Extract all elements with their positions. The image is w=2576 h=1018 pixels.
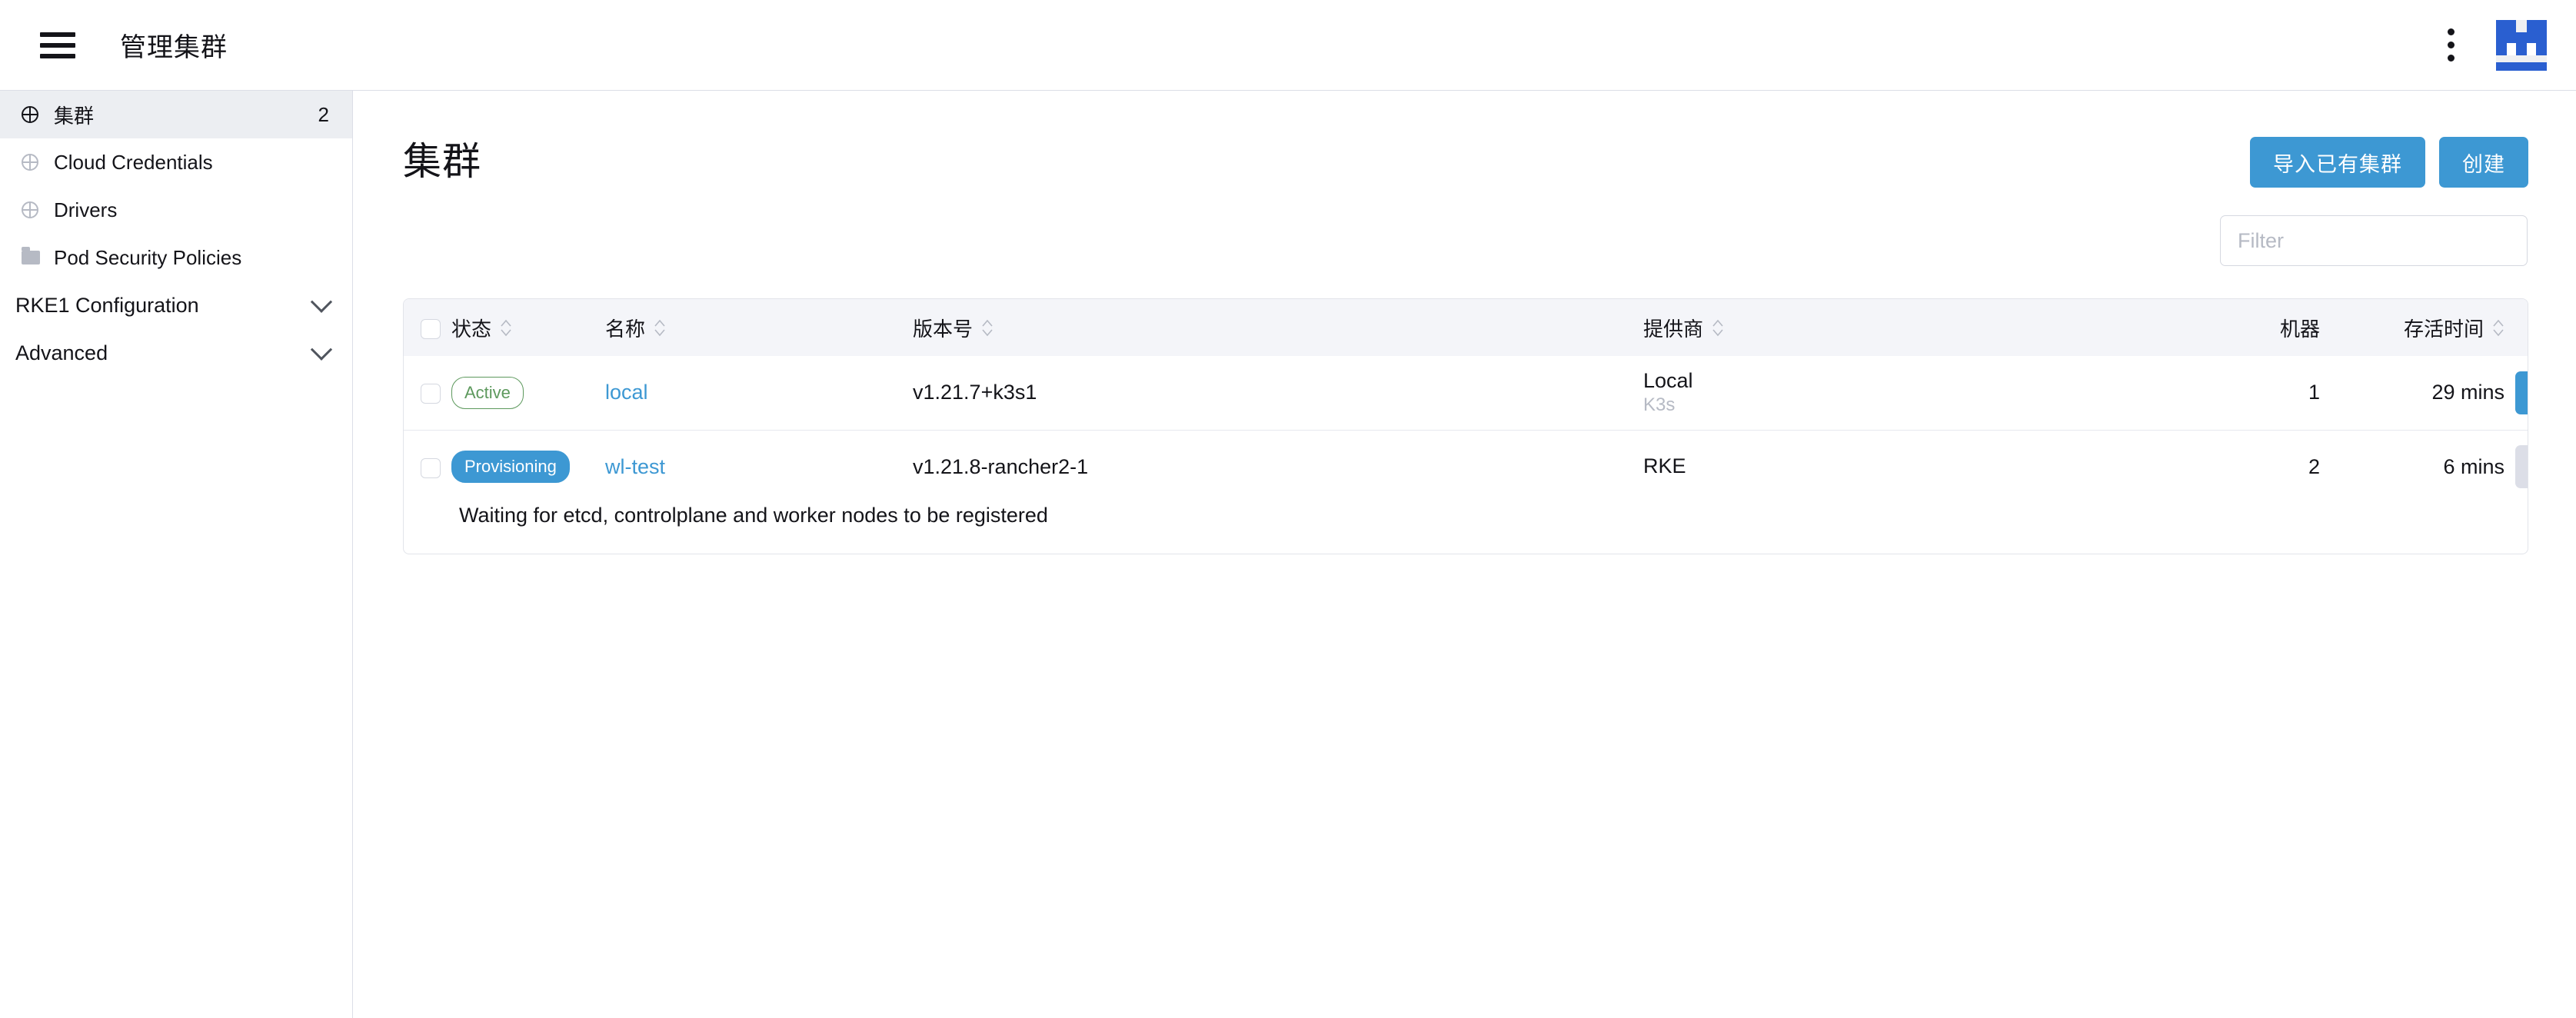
table-row[interactable]: Provisioning wl-test v1.21.8-rancher2-1 … [404,430,2528,504]
sidebar-group-advanced[interactable]: Advanced [0,329,352,377]
column-label: 提供商 [1643,317,1704,341]
cell-version: v1.21.7+k3s1 [913,381,1037,404]
explore-button[interactable]: Explore [2515,371,2528,414]
create-cluster-button[interactable]: 创建 [2439,137,2528,188]
clusters-table: 状态 名称 版本号 提供商 机器 存活时间 Active local v1.21… [403,298,2528,554]
page-header: 集群 导入已有集群 创建 [384,91,2528,188]
sidebar-item-clusters[interactable]: 集群 2 [0,91,352,138]
page-title: 集群 [403,140,481,183]
select-all-header [404,299,451,356]
column-label: 存活时间 [2403,317,2484,341]
cell-age: 6 mins [2443,454,2504,478]
cell-name: local [605,356,913,430]
cluster-name-link[interactable]: local [605,381,648,404]
sort-icon [654,319,666,337]
explore-button: Explore [2515,445,2528,489]
import-existing-cluster-button[interactable]: 导入已有集群 [2250,137,2425,188]
sidebar-item-pod-security-policies[interactable]: Pod Security Policies [0,234,352,281]
page-layout: 集群 2 Cloud Credentials Drivers Pod Secur… [0,91,2576,1018]
sidebar-item-cloud-credentials[interactable]: Cloud Credentials [0,138,352,186]
sort-icon [2492,319,2504,337]
sidebar-group-label: Advanced [15,341,108,364]
column-header-provider[interactable]: 提供商 [1643,299,2089,356]
column-label: 版本号 [913,317,973,341]
vertical-dots-icon[interactable] [2445,28,2456,63]
cell-state: Provisioning [451,430,605,504]
sidebar-group-label: RKE1 Configuration [15,293,199,317]
folder-icon [22,247,48,264]
column-label: 名称 [605,317,646,341]
provisioning-message: Waiting for etcd, controlplane and worke… [459,504,1048,527]
row-select-cell [404,356,451,430]
sidebar-item-label: 集群 [54,104,95,128]
rancher-logo [2496,19,2547,71]
column-header-machines: 机器 [2089,299,2320,356]
column-header-actions [2504,299,2528,356]
top-header: 管理集群 [0,0,2576,91]
cell-provider: RKE [1643,430,2089,504]
cell-machines: 2 [2308,454,2320,478]
row-select-cell [404,430,451,504]
cell-actions: Explore [2504,430,2528,504]
app-title: 管理集群 [120,33,228,62]
cell-state: Active [451,356,605,430]
sort-icon [500,319,512,337]
sort-icon [981,319,993,337]
sort-icon [1712,319,1724,337]
cell-machines: 1 [2308,381,2320,404]
globe-icon [22,201,48,218]
globe-icon [22,106,48,123]
globe-icon [22,154,48,171]
cell-version: v1.21.8-rancher2-1 [913,454,1089,478]
sidebar-item-count: 2 [318,102,329,126]
row-checkbox[interactable] [421,457,441,478]
sidebar-item-drivers[interactable]: Drivers [0,186,352,234]
filter-row [384,215,2528,266]
column-label: 状态 [451,317,492,341]
cell-actions: Explore [2504,356,2528,430]
cell-age: 29 mins [2431,381,2504,404]
chevron-down-icon [310,291,333,313]
provider-distro: K3s [1643,394,1676,415]
table-row[interactable]: Active local v1.21.7+k3s1 Local K3s 1 29… [404,356,2528,430]
status-badge: Active [451,376,524,409]
filter-input[interactable] [2220,215,2528,266]
row-checkbox[interactable] [421,384,441,404]
cell-name: wl-test [605,430,913,504]
table-header: 状态 名称 版本号 提供商 机器 存活时间 [404,299,2528,356]
cell-provider: Local K3s [1643,356,2089,430]
table-body: Active local v1.21.7+k3s1 Local K3s 1 29… [404,356,2528,554]
row-message-cell: Waiting for etcd, controlplane and worke… [404,504,2528,554]
sidebar-item-label: Cloud Credentials [54,150,213,174]
hamburger-icon[interactable] [40,32,75,58]
table-row-message: Waiting for etcd, controlplane and worke… [404,504,2528,554]
column-label: 机器 [2279,317,2320,341]
sidebar: 集群 2 Cloud Credentials Drivers Pod Secur… [0,91,353,1018]
header-right-group [2445,19,2547,71]
column-header-version[interactable]: 版本号 [913,299,1643,356]
cluster-name-link[interactable]: wl-test [605,455,665,478]
sidebar-item-label: Pod Security Policies [54,245,242,269]
status-badge: Provisioning [451,451,570,484]
select-all-checkbox[interactable] [421,318,441,339]
table-header-row: 状态 名称 版本号 提供商 机器 存活时间 [404,299,2528,356]
provider-name: RKE [1643,454,1686,478]
chevron-down-icon [310,338,333,361]
column-header-state[interactable]: 状态 [451,299,605,356]
sidebar-group-rke1-configuration[interactable]: RKE1 Configuration [0,281,352,329]
main-content: 集群 导入已有集群 创建 Filter 状态 名称 版本号 提供商 机器 存活时… [353,91,2576,1018]
sidebar-item-label: Drivers [54,198,118,221]
column-header-age[interactable]: 存活时间 [2320,299,2504,356]
provider-name: Local [1643,368,1693,392]
column-header-name[interactable]: 名称 [605,299,913,356]
page-actions: 导入已有集群 创建 [2250,131,2528,188]
